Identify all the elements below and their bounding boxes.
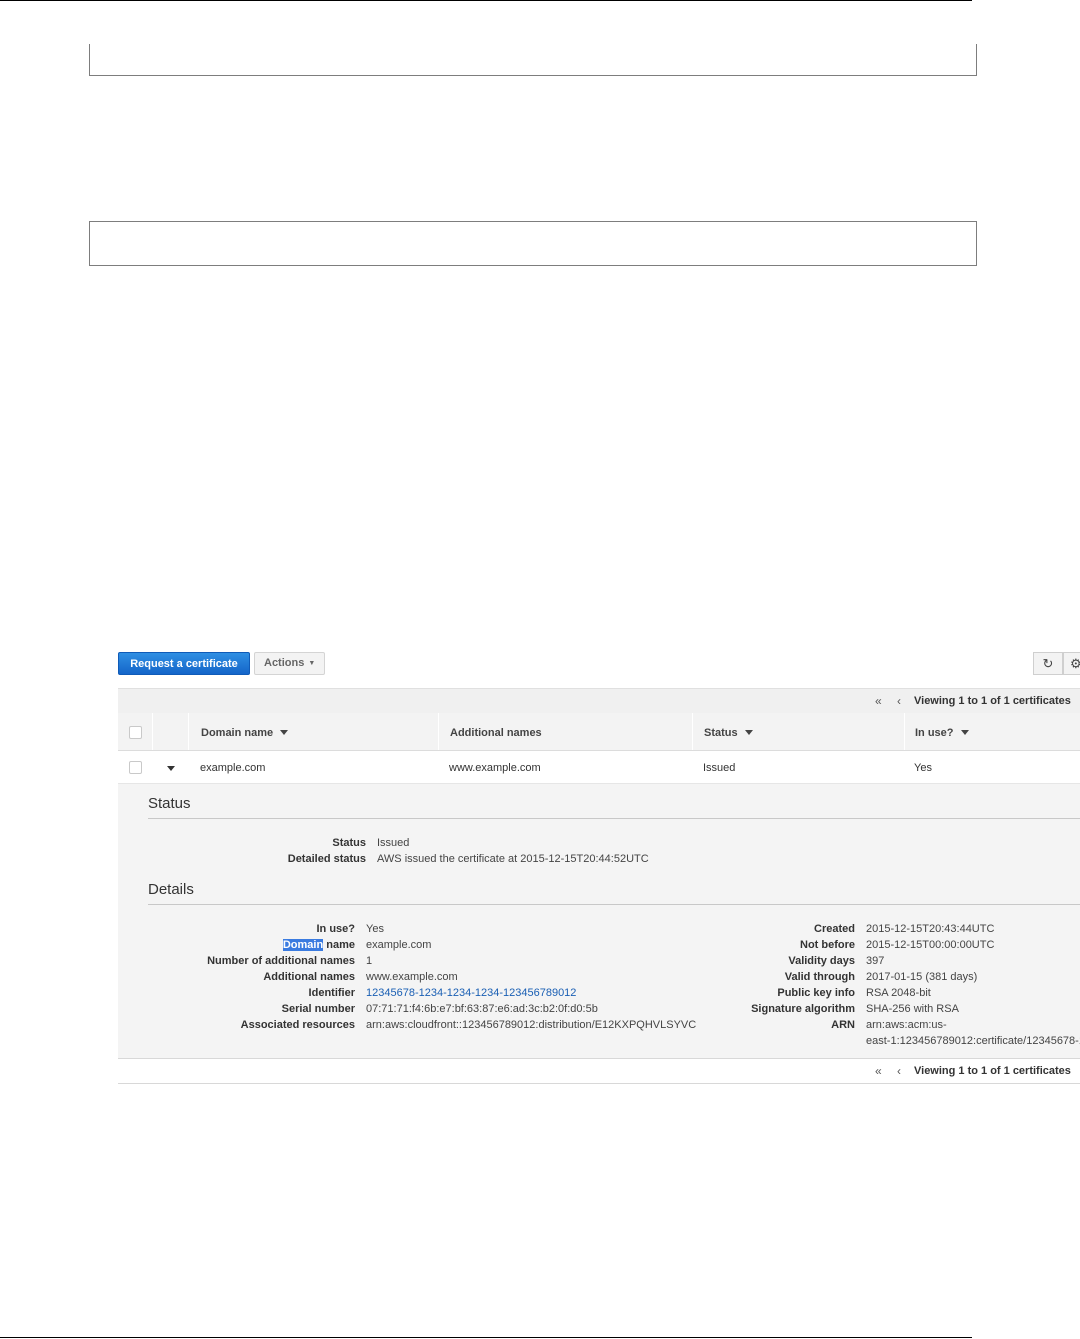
row-additional-names: www.example.com (449, 762, 541, 774)
actions-dropdown[interactable]: Actions ▼ (254, 652, 325, 675)
section-divider (148, 818, 1080, 819)
sort-caret-icon (280, 730, 289, 735)
identifier-label: Identifier (308, 987, 355, 999)
additional-names-value: www.example.com (366, 971, 458, 983)
status-label: Status (332, 837, 366, 849)
created-value: 2015-12-15T20:43:44UTC (866, 923, 995, 935)
row-in-use: Yes (914, 762, 932, 774)
highlighted-text: Domain (282, 939, 324, 951)
serial-number-value: 07:71:71:f4:6b:e7:bf:63:87:e6:ad:3c:b2:0… (366, 1003, 598, 1015)
select-all-checkbox[interactable] (129, 726, 142, 739)
num-additional-names-value: 1 (366, 955, 373, 967)
column-header-additional: Additional names (438, 713, 692, 750)
in-use-label: In use? (316, 923, 355, 935)
expand-caret-icon[interactable] (167, 766, 175, 771)
first-page-icon[interactable]: « (875, 694, 882, 708)
not-before-value: 2015-12-15T00:00:00UTC (866, 939, 995, 951)
pagination-top: « ‹ Viewing 1 to 1 of 1 certificates (118, 688, 1080, 713)
acm-console-screenshot: Request a certificate Actions ▼ ↻ ⚙ « ‹ V… (118, 640, 1080, 1090)
associated-resources-label: Associated resources (240, 1019, 355, 1031)
domain-name-value: example.com (366, 939, 432, 951)
refresh-button[interactable]: ↻ (1033, 652, 1063, 675)
domain-name-label: Domain name (282, 939, 355, 951)
request-certificate-button[interactable]: Request a certificate (118, 652, 250, 675)
page-bottom-rule (0, 1337, 972, 1338)
refresh-icon: ↻ (1042, 656, 1054, 671)
viewing-count: Viewing 1 to 1 of 1 certificates (914, 695, 1071, 707)
first-page-icon[interactable]: « (875, 1064, 882, 1078)
expand-column-header (152, 713, 188, 750)
validity-days-value: 397 (866, 955, 885, 967)
validity-days-label: Validity days (788, 955, 855, 967)
row-domain-name: example.com (200, 762, 266, 774)
column-header-status[interactable]: Status (692, 713, 904, 750)
arn-value-line2: east-1:123456789012:certificate/12345678… (866, 1035, 1080, 1047)
row-checkbox[interactable] (129, 761, 142, 774)
sort-caret-icon (744, 730, 753, 735)
section-divider (148, 904, 1080, 905)
empty-code-box (89, 44, 977, 76)
settings-button[interactable]: ⚙ (1063, 652, 1080, 675)
status-value: Issued (377, 837, 410, 849)
caret-down-icon: ▼ (308, 660, 316, 667)
serial-number-label: Serial number (281, 1003, 355, 1015)
viewing-count: Viewing 1 to 1 of 1 certificates (914, 1065, 1071, 1077)
prev-page-icon[interactable]: ‹ (897, 1064, 901, 1078)
public-key-info-value: RSA 2048-bit (866, 987, 931, 999)
in-use-value: Yes (366, 923, 384, 935)
sort-caret-icon (960, 730, 969, 735)
detailed-status-label: Detailed status (287, 853, 366, 865)
column-label: Status (704, 727, 738, 739)
page-top-rule (0, 0, 972, 1)
detailed-status-value: AWS issued the certificate at 2015-12-15… (377, 853, 649, 865)
empty-code-box (89, 221, 977, 266)
gear-icon: ⚙ (1070, 656, 1080, 671)
associated-resources-value: arn:aws:cloudfront::123456789012:distrib… (366, 1019, 697, 1031)
column-header-in-use[interactable]: In use? (904, 713, 1080, 750)
label-rest: name (323, 939, 355, 951)
valid-through-label: Valid through (784, 971, 855, 983)
signature-algorithm-label: Signature algorithm (751, 1003, 855, 1015)
column-label: In use? (915, 727, 954, 739)
arn-value-line1: arn:aws:acm:us- (866, 1019, 947, 1031)
created-label: Created (814, 923, 855, 935)
column-header-domain[interactable]: Domain name (188, 713, 438, 750)
pagination-bottom: « ‹ Viewing 1 to 1 of 1 certificates (118, 1058, 1080, 1084)
signature-algorithm-value: SHA-256 with RSA (866, 1003, 959, 1015)
details-section-title: Details (148, 881, 194, 898)
identifier-link[interactable]: 12345678-1234-1234-1234-123456789012 (366, 987, 576, 999)
status-section-title: Status (148, 795, 191, 812)
additional-names-label: Additional names (263, 971, 355, 983)
actions-label: Actions (264, 657, 305, 669)
table-header: Domain name Additional names Status In u… (118, 713, 1080, 751)
table-row[interactable]: example.com www.example.com Issued Yes (118, 751, 1080, 784)
prev-page-icon[interactable]: ‹ (897, 694, 901, 708)
row-status: Issued (703, 762, 736, 774)
num-additional-names-label: Number of additional names (207, 955, 355, 967)
column-label: Domain name (201, 727, 274, 739)
column-label: Additional names (450, 727, 542, 739)
arn-label: ARN (831, 1019, 855, 1031)
public-key-info-label: Public key info (777, 987, 855, 999)
not-before-label: Not before (800, 939, 855, 951)
certificate-detail-panel: Status Status Issued Detailed status AWS… (118, 784, 1080, 1058)
valid-through-value: 2017-01-15 (381 days) (866, 971, 978, 983)
